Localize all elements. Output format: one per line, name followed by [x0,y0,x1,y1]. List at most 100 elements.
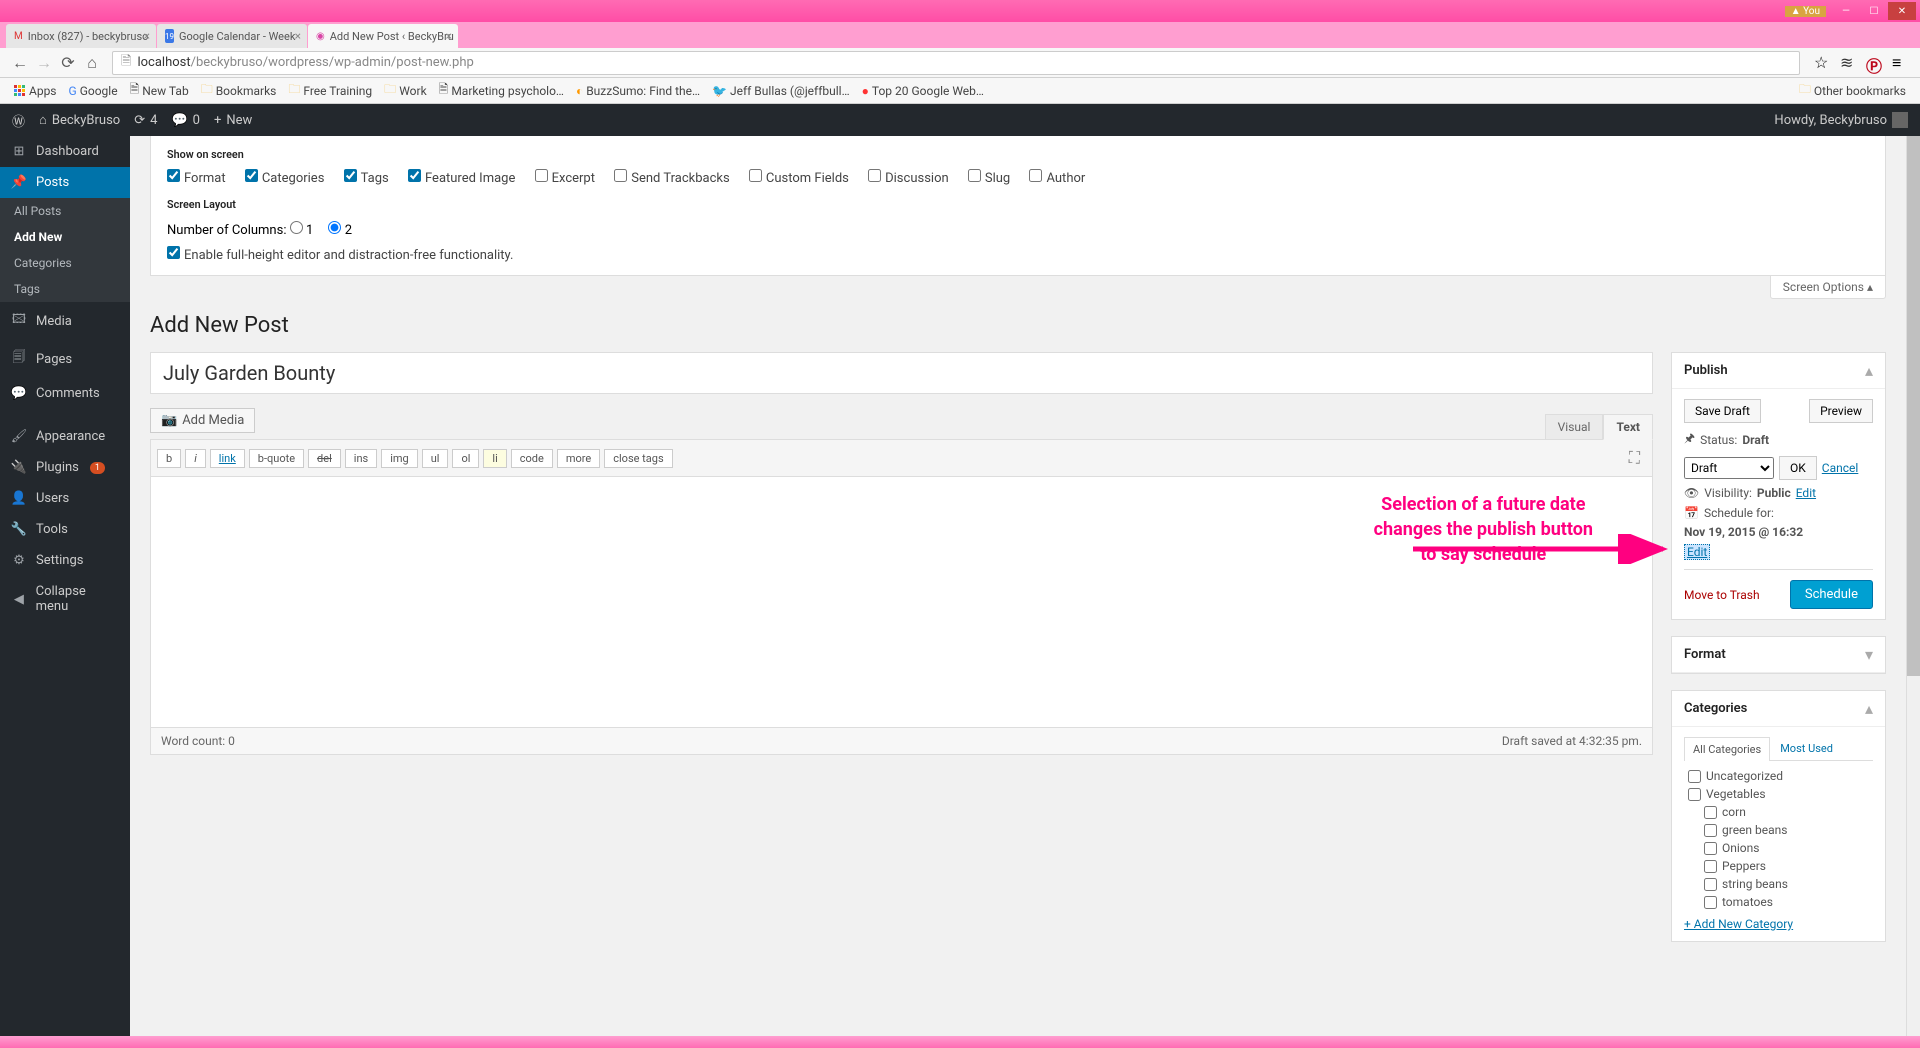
chk-trackbacks[interactable]: Send Trackbacks [614,171,729,186]
menu-posts[interactable]: 📌Posts [0,167,130,198]
qt-bquote[interactable]: b-quote [249,449,304,468]
qt-code[interactable]: code [511,449,553,468]
wp-logo[interactable]: Ⓦ [12,111,25,130]
category-item[interactable]: corn [1684,803,1873,821]
menu-icon[interactable]: ≡ [1892,53,1912,73]
chk-custom[interactable]: Custom Fields [749,171,849,186]
qt-bold[interactable]: b [157,449,181,468]
cancel-link[interactable]: Cancel [1822,461,1859,475]
save-draft-button[interactable]: Save Draft [1684,399,1761,423]
submenu-all-posts[interactable]: All Posts [0,198,130,224]
radio-1col[interactable]: 1 [290,223,314,238]
ok-button[interactable]: OK [1779,456,1817,480]
qt-ul[interactable]: ul [422,449,449,468]
howdy-link[interactable]: Howdy, Beckybruso [1774,112,1908,128]
chk-categories[interactable]: Categories [245,171,325,186]
bookmark-newtab[interactable]: 🗎New Tab [124,80,195,101]
qt-ol[interactable]: ol [452,449,479,468]
profile-badge[interactable]: ▲ You [1785,6,1826,17]
qt-del[interactable]: del [308,449,341,468]
close-icon[interactable]: × [446,29,452,43]
screen-options-tab[interactable]: Screen Options ▴ [1770,276,1886,299]
site-link[interactable]: ⌂ BeckyBruso [39,112,120,128]
text-tab[interactable]: Text [1603,414,1653,440]
fullscreen-icon[interactable]: ⛶ [1623,446,1646,470]
star-icon[interactable]: ☆ [1814,53,1834,73]
other-bookmarks[interactable]: 🗀Other bookmarks [1793,80,1912,101]
qt-ins[interactable]: ins [345,449,377,468]
menu-plugins[interactable]: 🔌Plugins1 [0,452,130,483]
add-new-category-link[interactable]: + Add New Category [1684,917,1873,931]
tab-most-used[interactable]: Most Used [1772,737,1841,761]
move-to-trash-link[interactable]: Move to Trash [1684,588,1760,602]
toggle-icon[interactable]: ▴ [1865,361,1873,380]
close-button[interactable]: ✕ [1888,2,1916,20]
browser-tab-wordpress[interactable]: ◉ Add New Post ‹ BeckyBru × [308,24,458,48]
close-icon[interactable]: × [144,29,150,43]
updates-link[interactable]: ⟳ 4 [134,113,157,128]
chk-featured[interactable]: Featured Image [408,171,515,186]
category-list[interactable]: Uncategorized Vegetables corn green bean… [1684,761,1873,911]
preview-button[interactable]: Preview [1809,399,1873,423]
chk-excerpt[interactable]: Excerpt [535,171,595,186]
qt-italic[interactable]: i [185,449,206,468]
menu-appearance[interactable]: 🖌Appearance [0,421,130,452]
submenu-tags[interactable]: Tags [0,276,130,302]
menu-media[interactable]: 🖾Media [0,302,130,340]
browser-tab-gmail[interactable]: M Inbox (827) - beckybruso × [6,24,156,48]
maximize-button[interactable]: ☐ [1860,2,1888,20]
category-item[interactable]: Peppers [1684,857,1873,875]
close-icon[interactable]: × [295,29,301,43]
qt-img[interactable]: img [381,449,418,468]
reload-button[interactable]: ⟳ [56,51,80,75]
visual-tab[interactable]: Visual [1545,414,1604,440]
bookmark-folder[interactable]: 🗀Free Training [282,80,378,101]
new-content-link[interactable]: + New [214,113,252,128]
qt-link[interactable]: link [210,449,245,468]
taskbar[interactable] [0,1036,1920,1048]
chk-format[interactable]: Format [167,171,226,186]
menu-tools[interactable]: 🔧Tools [0,514,130,545]
apps-button[interactable]: Apps [8,84,63,98]
category-item[interactable]: Onions [1684,839,1873,857]
chk-fullheight[interactable]: Enable full-height editor and distractio… [167,248,513,263]
menu-comments[interactable]: 💬Comments [0,378,130,409]
address-bar[interactable]: 🗎 localhost/beckybruso/wordpress/wp-admi… [112,51,1800,75]
browser-tab-calendar[interactable]: 19 Google Calendar - Week × [157,24,307,48]
scrollbar-thumb[interactable] [1907,136,1920,676]
menu-dashboard[interactable]: ⊞Dashboard [0,136,130,167]
qt-li[interactable]: li [483,449,506,468]
bookmark-folder[interactable]: 🗀Work [378,80,432,101]
menu-users[interactable]: 👤Users [0,483,130,514]
bookmark-link[interactable]: ◐BuzzSumo: Find the… [570,84,706,98]
bookmark-link[interactable]: 🐦Jeff Bullas (@jeffbull… [706,84,856,98]
chk-discussion[interactable]: Discussion [868,171,949,186]
bookmark-folder[interactable]: 🗀Bookmarks [195,80,283,101]
comments-link[interactable]: 💬 0 [171,113,200,128]
chk-slug[interactable]: Slug [968,171,1010,186]
post-title-input[interactable] [150,352,1653,394]
qt-more[interactable]: more [557,449,600,468]
submenu-categories[interactable]: Categories [0,250,130,276]
status-select[interactable]: Draft [1684,457,1774,479]
home-button[interactable]: ⌂ [80,51,104,75]
back-button[interactable]: ← [8,51,32,75]
category-item[interactable]: Uncategorized [1684,767,1873,785]
forward-button[interactable]: → [32,51,56,75]
menu-pages[interactable]: 🗐Pages [0,340,130,378]
add-media-button[interactable]: 📷Add Media [150,408,255,433]
edit-schedule-link[interactable]: Edit [1684,544,1710,560]
category-item[interactable]: string beans [1684,875,1873,893]
toggle-icon[interactable]: ▴ [1865,699,1873,718]
schedule-button[interactable]: Schedule [1790,580,1873,609]
scrollbar[interactable] [1906,136,1920,1036]
tab-all-categories[interactable]: All Categories [1684,737,1770,761]
collapse-menu[interactable]: ◀Collapse menu [0,576,130,622]
radio-2col[interactable]: 2 [328,223,352,238]
toggle-icon[interactable]: ▾ [1865,645,1873,664]
chk-tags[interactable]: Tags [344,171,389,186]
bookmark-google[interactable]: GGoogle [63,84,124,98]
category-item[interactable]: green beans [1684,821,1873,839]
menu-settings[interactable]: ⚙Settings [0,545,130,576]
bookmark-link[interactable]: 🗎Marketing psycholo… [433,80,570,101]
